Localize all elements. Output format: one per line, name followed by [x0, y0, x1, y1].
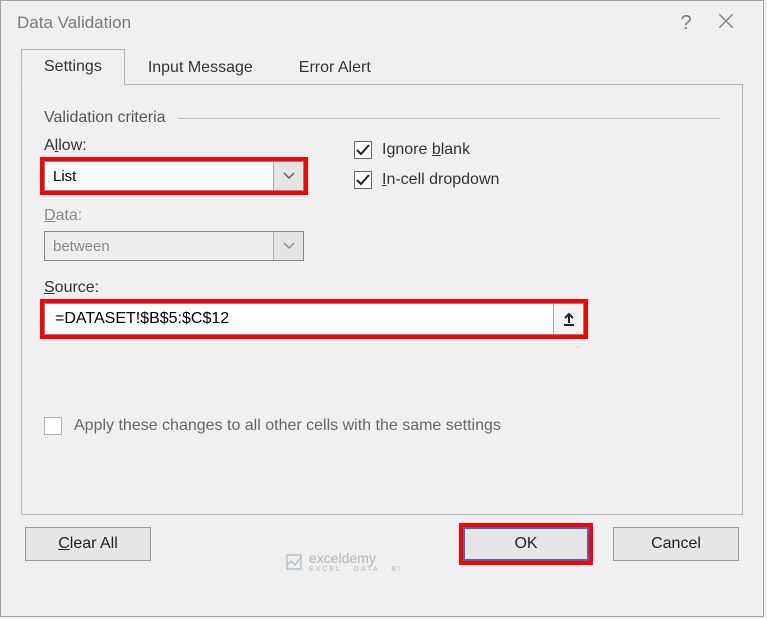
help-button[interactable]: ? — [667, 12, 705, 35]
ok-button[interactable]: OK — [463, 527, 589, 561]
ignore-blank-label: Ignore blank — [382, 141, 470, 159]
allow-dropdown-arrow — [273, 162, 303, 190]
dialog-title: Data Validation — [17, 13, 667, 33]
tab-settings[interactable]: Settings — [21, 49, 125, 85]
settings-panel: Validation criteria Allow: List — [21, 85, 743, 515]
criteria-legend: Validation criteria — [44, 109, 720, 127]
range-selector-button[interactable] — [553, 304, 583, 334]
incell-dropdown-label: In-cell dropdown — [382, 171, 499, 189]
check-icon — [356, 174, 370, 186]
clear-all-button[interactable]: Clear All — [25, 527, 151, 561]
button-bar: Clear All OK Cancel — [1, 515, 763, 573]
source-label: Source: — [44, 279, 720, 297]
incell-dropdown-checkbox[interactable] — [354, 171, 372, 189]
data-validation-dialog: Data Validation ? Settings Input Message… — [0, 0, 764, 617]
tab-error-alert[interactable]: Error Alert — [276, 50, 394, 85]
collapse-dialog-icon — [562, 312, 576, 326]
apply-row[interactable]: Apply these changes to all other cells w… — [44, 417, 720, 435]
ignore-blank-checkbox[interactable] — [354, 141, 372, 159]
close-icon — [717, 12, 735, 30]
apply-label: Apply these changes to all other cells w… — [74, 417, 501, 435]
allow-dropdown[interactable]: List — [44, 161, 304, 191]
titlebar: Data Validation ? — [1, 1, 763, 45]
tab-input-message[interactable]: Input Message — [125, 50, 276, 85]
validation-criteria-group: Validation criteria Allow: List — [44, 99, 720, 435]
apply-checkbox[interactable] — [44, 417, 62, 435]
allow-label: Allow: — [44, 137, 324, 155]
data-dropdown: between — [44, 231, 304, 261]
ignore-blank-row[interactable]: Ignore blank — [354, 141, 720, 159]
source-input[interactable]: =DATASET!$B$5:$C$12 — [45, 310, 553, 328]
chevron-down-icon — [283, 172, 295, 180]
data-label: Data: — [44, 207, 720, 225]
legend-line — [178, 118, 720, 119]
allow-value: List — [45, 168, 273, 185]
check-icon — [356, 144, 370, 156]
source-input-wrap: =DATASET!$B$5:$C$12 — [44, 303, 584, 335]
tab-bar: Settings Input Message Error Alert — [21, 45, 743, 85]
incell-dropdown-row[interactable]: In-cell dropdown — [354, 171, 720, 189]
data-dropdown-arrow — [273, 232, 303, 260]
close-button[interactable] — [705, 12, 747, 35]
cancel-button[interactable]: Cancel — [613, 527, 739, 561]
criteria-legend-text: Validation criteria — [44, 109, 166, 127]
data-value: between — [45, 238, 273, 255]
chevron-down-icon — [283, 242, 295, 250]
